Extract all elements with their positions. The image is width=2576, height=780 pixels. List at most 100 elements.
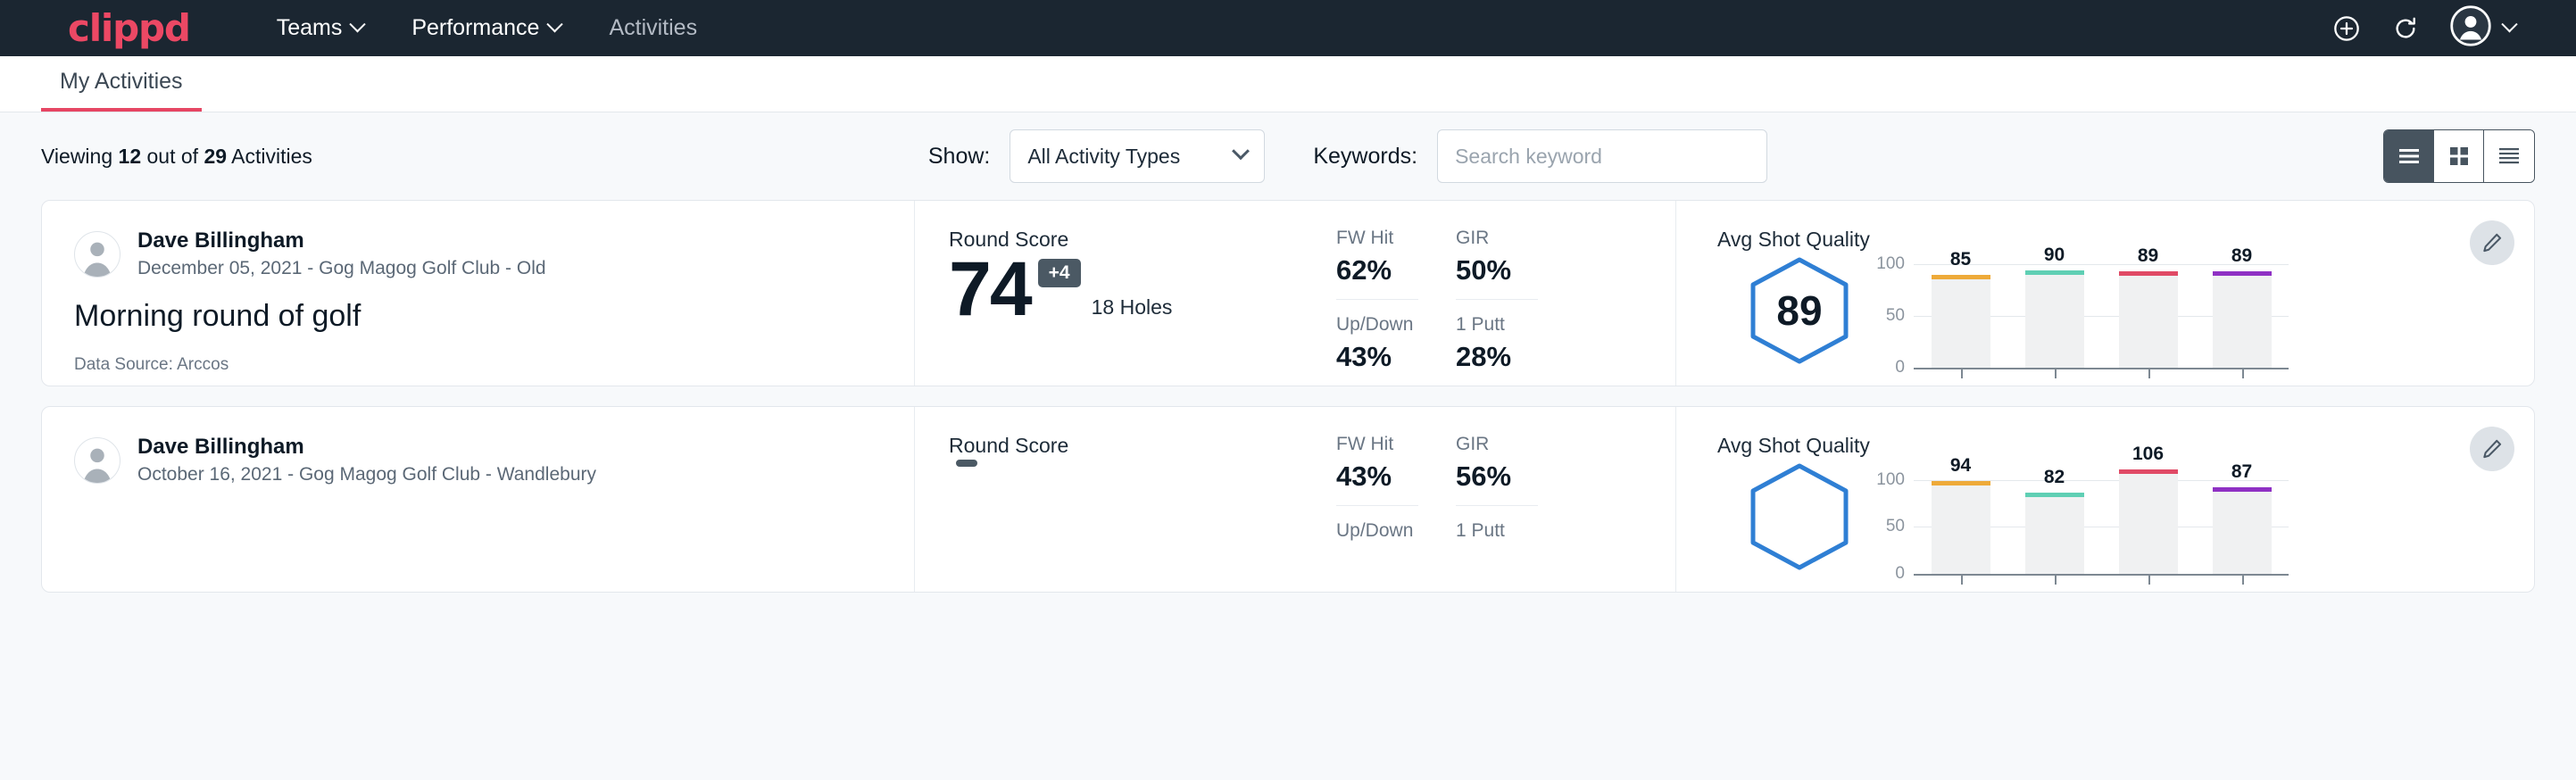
- activity-meta: October 16, 2021 - Gog Magog Golf Club -…: [137, 462, 596, 486]
- x-axis-tick: [2055, 574, 2057, 585]
- activity-data-source: Data Source: Arccos: [74, 355, 882, 375]
- avg-shot-quality-body: 89 05010085OTT90APP89ARG89PUTT: [1717, 255, 2534, 368]
- top-navigation-bar: clippd Teams Performance Activities: [0, 0, 2576, 56]
- bar-value-label: 82: [2007, 467, 2101, 488]
- keywords-label: Keywords:: [1313, 144, 1417, 170]
- account-avatar-icon: [2450, 5, 2491, 51]
- list-view-button[interactable]: [2384, 130, 2434, 182]
- activity-card[interactable]: Dave Billingham December 05, 2021 - Gog …: [41, 200, 2535, 386]
- nav-item-teams-label: Teams: [277, 15, 343, 41]
- y-axis-tick-label: 50: [1886, 306, 1905, 326]
- bar-group: 85OTT90APP89ARG89PUTT: [1914, 264, 2289, 368]
- stat-label: FW Hit: [1336, 434, 1418, 455]
- activity-card[interactable]: Dave Billingham October 16, 2021 - Gog M…: [41, 406, 2535, 593]
- plus-circle-icon[interactable]: [2332, 14, 2361, 43]
- list-icon: [2397, 147, 2421, 165]
- account-menu[interactable]: [2450, 5, 2515, 51]
- bar-cap: [1932, 481, 1990, 485]
- stat-group-gir-1putt: GIR 50% 1 Putt 28%: [1456, 228, 1538, 386]
- score-to-par-badge: +4: [1038, 259, 1081, 287]
- edit-activity-button[interactable]: [2470, 220, 2514, 265]
- person-avatar-icon: [75, 438, 120, 483]
- tab-my-activities-label: My Activities: [60, 69, 183, 94]
- bar-cell: 89PUTT: [2195, 264, 2289, 368]
- activity-card-summary: Dave Billingham December 05, 2021 - Gog …: [42, 201, 915, 386]
- stat-group-fwhit-updown: FW Hit 62% Up/Down 43%: [1336, 228, 1418, 386]
- activity-type-select[interactable]: All Activity Types: [1010, 129, 1265, 183]
- stat-value: 56%: [1456, 461, 1538, 493]
- bar: [2119, 276, 2178, 368]
- bar: [1932, 279, 1990, 368]
- chevron-down-icon: [350, 16, 366, 32]
- compact-view-button[interactable]: [2484, 130, 2534, 182]
- activity-type-value: All Activity Types: [1027, 145, 1180, 169]
- round-stats-section: FW Hit 43% Up/Down GIR 56% 1 Putt: [1336, 407, 1675, 592]
- bar: [2025, 275, 2084, 368]
- refresh-icon[interactable]: [2391, 14, 2420, 43]
- divider: [1336, 299, 1418, 300]
- pencil-icon: [2480, 231, 2504, 254]
- viewing-suffix: Activities: [227, 145, 312, 168]
- bar-value-label: 106: [2101, 444, 2195, 465]
- nav-item-teams[interactable]: Teams: [253, 0, 388, 56]
- bar: [1932, 485, 1990, 574]
- bar-value-label: 89: [2195, 245, 2289, 267]
- bar-cap: [2025, 493, 2084, 497]
- stat-label: 1 Putt: [1456, 520, 1538, 542]
- avg-shot-quality-body: 05010094OTT82APP106ARG87PUTT: [1717, 461, 2534, 574]
- x-axis-tick: [1961, 368, 1963, 378]
- x-axis-label: PUTT: [2195, 384, 2289, 386]
- bar-cell: 85OTT: [1914, 264, 2007, 368]
- viewing-count: 12: [119, 145, 142, 168]
- viewing-total: 29: [204, 145, 227, 168]
- stat-label: Up/Down: [1336, 520, 1418, 542]
- round-stats-section: FW Hit 62% Up/Down 43% GIR 50% 1 Putt 28…: [1336, 201, 1675, 386]
- show-label: Show:: [928, 144, 990, 170]
- search-input[interactable]: [1437, 129, 1767, 183]
- edit-activity-button[interactable]: [2470, 427, 2514, 471]
- x-axis-label: PUTT: [2195, 590, 2289, 593]
- filter-controls: Show: All Activity Types Keywords:: [928, 129, 1767, 183]
- avg-shot-quality-section: Avg Shot Quality 89 05010085OTT90APP89AR…: [1675, 201, 2534, 386]
- y-axis-tick-label: 100: [1876, 254, 1905, 274]
- view-mode-toggle-group: [2383, 129, 2535, 183]
- stat-group-gir-1putt: GIR 56% 1 Putt: [1456, 434, 1538, 592]
- nav-item-activities[interactable]: Activities: [585, 0, 721, 56]
- viewing-prefix: Viewing: [41, 145, 119, 168]
- x-axis-label: OTT: [1914, 384, 2007, 386]
- player-name: Dave Billingham: [137, 228, 546, 254]
- stat-label: FW Hit: [1336, 228, 1418, 249]
- activity-author: Dave Billingham October 16, 2021 - Gog M…: [74, 434, 882, 486]
- compact-list-icon: [2497, 146, 2521, 166]
- player-name: Dave Billingham: [137, 434, 596, 461]
- grid-view-button[interactable]: [2434, 130, 2484, 182]
- bar-value-label: 94: [1914, 455, 2007, 477]
- bar-cell: 90APP: [2007, 264, 2101, 368]
- quality-score-value: [1746, 461, 1853, 572]
- score-to-par-badge: [956, 460, 977, 467]
- nav-item-activities-label: Activities: [609, 15, 697, 41]
- x-axis-label: APP: [2007, 384, 2101, 386]
- grid-icon: [2448, 145, 2470, 167]
- clippd-logo[interactable]: clippd: [68, 10, 190, 47]
- bar-cap: [2119, 271, 2178, 276]
- shot-quality-bar-chart: 05010094OTT82APP106ARG87PUTT: [1914, 470, 2289, 574]
- avatar: [74, 231, 120, 278]
- x-axis-tick: [2242, 368, 2244, 378]
- bar-cap: [1932, 275, 1990, 279]
- divider: [1456, 505, 1538, 506]
- page-content: Viewing 12 out of 29 Activities Show: Al…: [0, 112, 2576, 780]
- x-axis-label: ARG: [2101, 590, 2195, 593]
- x-axis-tick: [2148, 368, 2150, 378]
- round-score-section: Round Score 74 +4 18 Holes: [915, 201, 1336, 386]
- x-axis-label: OTT: [1914, 590, 2007, 593]
- filter-toolbar: Viewing 12 out of 29 Activities Show: Al…: [41, 112, 2535, 200]
- bar-cell: 89ARG: [2101, 264, 2195, 368]
- divider: [1456, 299, 1538, 300]
- x-axis-tick: [2148, 574, 2150, 585]
- y-axis-tick-label: 50: [1886, 517, 1905, 536]
- bar: [2213, 492, 2272, 574]
- nav-item-performance[interactable]: Performance: [387, 0, 585, 56]
- round-score-value: 74: [949, 253, 1031, 327]
- tab-my-activities[interactable]: My Activities: [41, 69, 202, 112]
